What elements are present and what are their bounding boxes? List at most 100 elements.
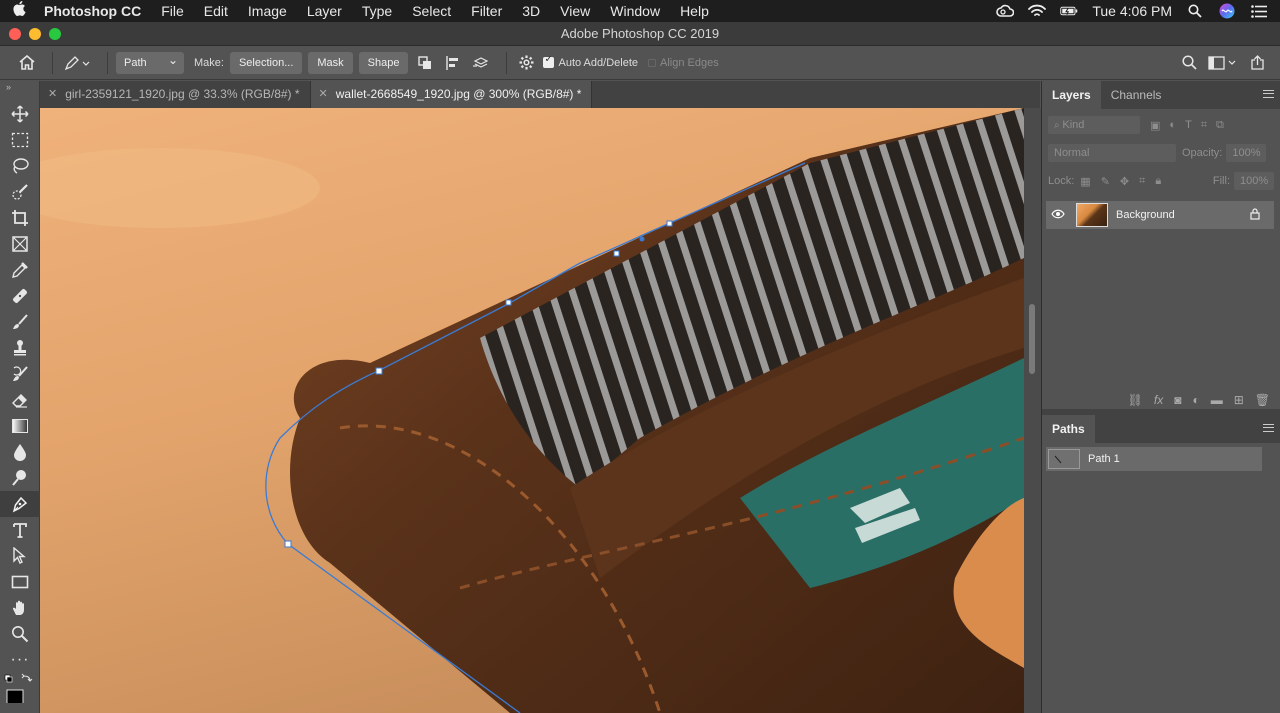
filter-smart-object-icon[interactable]: ⧉ [1216,119,1224,132]
pen-tool-preset-icon[interactable] [61,52,93,74]
menubar-clock[interactable]: Tue 4:06 PM [1092,3,1172,19]
menu-help[interactable]: Help [670,0,719,22]
app-name-menu[interactable]: Photoshop CC [40,0,151,22]
close-tab-icon[interactable]: ✕ [48,81,57,108]
frame-tool-icon[interactable] [0,231,40,257]
lock-position-icon[interactable]: ✥ [1120,175,1129,188]
path-arrangement-icon[interactable] [470,52,492,74]
menu-3d[interactable]: 3D [512,0,550,22]
filter-type-icon[interactable]: T [1185,119,1192,132]
collapse-toolbar-icon[interactable]: » [0,81,39,101]
dodge-tool-icon[interactable] [0,465,40,491]
tool-mode-select[interactable]: Path [116,49,184,74]
filter-adjustment-icon[interactable]: ◐ [1169,119,1176,132]
edit-toolbar-icon[interactable]: ··· [0,647,40,673]
canvas-vertical-scrollbar[interactable] [1024,108,1041,713]
align-edges-checkbox[interactable] [648,58,656,67]
menu-select[interactable]: Select [402,0,461,22]
minimize-window-button[interactable] [29,28,41,40]
clone-stamp-tool-icon[interactable] [0,335,40,361]
menu-edit[interactable]: Edit [194,0,238,22]
lock-artboard-icon[interactable]: ⌗ [1139,175,1145,188]
tab-wallet-image[interactable]: ✕ wallet-2668549_1920.jpg @ 300% (RGB/8#… [310,81,593,108]
healing-brush-tool-icon[interactable] [0,283,40,309]
eyedropper-tool-icon[interactable] [0,257,40,283]
blend-mode-select[interactable]: Normal [1048,144,1176,162]
battery-icon[interactable] [1060,3,1078,19]
tab-paths[interactable]: Paths [1042,415,1095,443]
rectangle-tool-icon[interactable] [0,569,40,595]
home-icon[interactable] [16,52,38,74]
new-group-folder-icon[interactable]: ▬ [1211,393,1223,407]
tab-layers[interactable]: Layers [1042,81,1101,109]
share-icon[interactable] [1246,52,1268,74]
pen-tool-icon[interactable] [0,491,40,517]
path-row-path-1[interactable]: Path 1 [1046,447,1262,471]
menu-layer[interactable]: Layer [297,0,352,22]
layers-panel-menu-icon[interactable] [1263,90,1274,98]
path-name[interactable]: Path 1 [1088,453,1120,465]
make-mask-button[interactable]: Mask [308,51,353,74]
siri-icon[interactable] [1218,3,1236,19]
gradient-tool-icon[interactable] [0,413,40,439]
lock-image-icon[interactable]: ✎ [1101,175,1110,188]
link-layers-icon[interactable]: ⛓ [1128,393,1143,407]
gear-icon[interactable] [515,52,537,74]
hand-tool-icon[interactable] [0,595,40,621]
path-alignment-icon[interactable] [442,52,464,74]
path-operations-icon[interactable] [414,52,436,74]
opacity-input[interactable]: 100% [1226,144,1267,162]
apple-icon[interactable] [0,1,40,21]
spotlight-search-icon[interactable] [1186,3,1204,19]
adjustment-layer-icon[interactable]: ◐ [1192,393,1199,407]
move-tool-icon[interactable] [0,101,40,127]
close-window-button[interactable] [9,28,21,40]
layer-filter-kind-select[interactable]: ⌕ Kind [1048,116,1140,134]
wifi-icon[interactable] [1028,3,1047,19]
trash-icon[interactable]: 🗑︎ [1255,393,1270,407]
menu-filter[interactable]: Filter [461,0,512,22]
crop-tool-icon[interactable] [0,205,40,231]
filter-pixel-icon[interactable]: ▣ [1150,119,1160,132]
path-selection-tool-icon[interactable] [0,543,40,569]
menu-image[interactable]: Image [238,0,297,22]
document-canvas[interactable] [40,108,1024,713]
lock-all-icon[interactable]: 🔒︎ [1155,175,1161,188]
tab-channels[interactable]: Channels [1101,81,1172,109]
close-tab-icon[interactable]: ✕ [319,81,328,108]
layer-row-background[interactable]: Background [1046,201,1274,229]
creative-cloud-icon[interactable] [996,3,1015,19]
notification-center-icon[interactable] [1250,3,1268,19]
search-icon[interactable] [1178,52,1200,74]
lasso-tool-icon[interactable] [0,153,40,179]
workspace-switcher-icon[interactable] [1206,52,1240,74]
menu-view[interactable]: View [550,0,600,22]
brush-tool-icon[interactable] [0,309,40,335]
auto-add-delete-checkbox[interactable] [543,54,555,68]
filter-shape-icon[interactable]: ⌗ [1201,119,1207,132]
menu-file[interactable]: File [151,0,194,22]
scrollbar-thumb[interactable] [1029,304,1035,374]
type-tool-icon[interactable] [0,517,40,543]
lock-transparent-icon[interactable]: ▦ [1080,175,1090,188]
color-swatches[interactable] [0,673,39,707]
quick-selection-tool-icon[interactable] [0,179,40,205]
fill-input[interactable]: 100% [1234,172,1274,190]
zoom-tool-icon[interactable] [0,621,40,647]
eye-icon[interactable] [1046,209,1070,222]
menu-window[interactable]: Window [600,0,670,22]
tab-girl-image[interactable]: ✕ girl-2359121_1920.jpg @ 33.3% (RGB/8#)… [40,81,311,108]
history-brush-tool-icon[interactable] [0,361,40,387]
zoom-window-button[interactable] [49,28,61,40]
align-edges-label[interactable]: Align Edges [660,57,719,69]
paths-panel-menu-icon[interactable] [1263,424,1274,432]
add-mask-icon[interactable]: ◙ [1174,393,1181,407]
layer-name[interactable]: Background [1116,209,1175,221]
blur-tool-icon[interactable] [0,439,40,465]
layer-style-fx-icon[interactable]: fx [1154,393,1163,407]
marquee-tool-icon[interactable] [0,127,40,153]
auto-add-delete-label[interactable]: Auto Add/Delete [558,57,638,69]
make-shape-button[interactable]: Shape [358,51,409,74]
make-selection-button[interactable]: Selection... [229,51,303,74]
eraser-tool-icon[interactable] [0,387,40,413]
